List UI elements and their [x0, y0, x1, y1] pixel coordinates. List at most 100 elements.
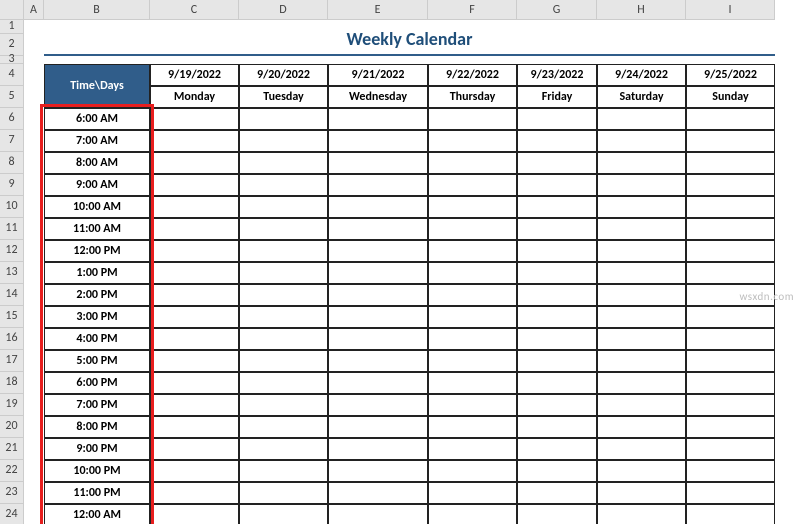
date-header-5[interactable]: 9/24/2022	[597, 64, 686, 86]
row-header-13[interactable]: 13	[0, 262, 24, 284]
calendar-cell[interactable]	[150, 262, 239, 284]
calendar-cell[interactable]	[328, 218, 428, 240]
calendar-cell[interactable]	[150, 416, 239, 438]
col-header-E[interactable]: E	[328, 0, 428, 20]
calendar-cell[interactable]	[150, 152, 239, 174]
calendar-cell[interactable]	[597, 262, 686, 284]
col-header-H[interactable]: H	[597, 0, 686, 20]
calendar-cell[interactable]	[597, 438, 686, 460]
calendar-cell[interactable]	[517, 460, 597, 482]
time-label-8[interactable]: 2:00 PM	[44, 284, 150, 306]
calendar-cell[interactable]	[428, 504, 517, 524]
calendar-cell[interactable]	[428, 130, 517, 152]
row-header-9[interactable]: 9	[0, 174, 24, 196]
row-header-16[interactable]: 16	[0, 328, 24, 350]
calendar-cell[interactable]	[597, 108, 686, 130]
calendar-cell[interactable]	[328, 284, 428, 306]
calendar-cell[interactable]	[517, 504, 597, 524]
calendar-cell[interactable]	[686, 196, 775, 218]
calendar-cell[interactable]	[686, 108, 775, 130]
calendar-cell[interactable]	[150, 460, 239, 482]
calendar-cell[interactable]	[428, 482, 517, 504]
calendar-cell[interactable]	[150, 504, 239, 524]
day-header-1[interactable]: Tuesday	[239, 86, 328, 108]
date-header-1[interactable]: 9/20/2022	[239, 64, 328, 86]
calendar-cell[interactable]	[686, 262, 775, 284]
calendar-cell[interactable]	[686, 460, 775, 482]
calendar-cell[interactable]	[517, 328, 597, 350]
calendar-cell[interactable]	[150, 482, 239, 504]
row-header-14[interactable]: 14	[0, 284, 24, 306]
time-label-14[interactable]: 8:00 PM	[44, 416, 150, 438]
calendar-cell[interactable]	[686, 350, 775, 372]
calendar-cell[interactable]	[428, 174, 517, 196]
calendar-cell[interactable]	[686, 152, 775, 174]
calendar-cell[interactable]	[597, 196, 686, 218]
calendar-cell[interactable]	[597, 306, 686, 328]
calendar-cell[interactable]	[328, 416, 428, 438]
row-header-12[interactable]: 12	[0, 240, 24, 262]
calendar-cell[interactable]	[517, 108, 597, 130]
day-header-2[interactable]: Wednesday	[328, 86, 428, 108]
col-header-D[interactable]: D	[239, 0, 328, 20]
calendar-cell[interactable]	[428, 218, 517, 240]
calendar-cell[interactable]	[517, 152, 597, 174]
calendar-cell[interactable]	[239, 394, 328, 416]
calendar-cell[interactable]	[239, 130, 328, 152]
calendar-cell[interactable]	[328, 262, 428, 284]
calendar-cell[interactable]	[517, 350, 597, 372]
time-label-4[interactable]: 10:00 AM	[44, 196, 150, 218]
calendar-cell[interactable]	[150, 174, 239, 196]
day-header-3[interactable]: Thursday	[428, 86, 517, 108]
calendar-cell[interactable]	[239, 460, 328, 482]
calendar-cell[interactable]	[517, 306, 597, 328]
col-header-A[interactable]: A	[24, 0, 44, 20]
row-header-17[interactable]: 17	[0, 350, 24, 372]
calendar-cell[interactable]	[686, 130, 775, 152]
calendar-cell[interactable]	[428, 108, 517, 130]
calendar-cell[interactable]	[328, 372, 428, 394]
calendar-cell[interactable]	[328, 350, 428, 372]
date-header-2[interactable]: 9/21/2022	[328, 64, 428, 86]
row-header-8[interactable]: 8	[0, 152, 24, 174]
calendar-cell[interactable]	[597, 416, 686, 438]
calendar-cell[interactable]	[517, 218, 597, 240]
calendar-cell[interactable]	[328, 328, 428, 350]
time-label-6[interactable]: 12:00 PM	[44, 240, 150, 262]
day-header-4[interactable]: Friday	[517, 86, 597, 108]
calendar-cell[interactable]	[686, 372, 775, 394]
calendar-cell[interactable]	[517, 482, 597, 504]
time-label-5[interactable]: 11:00 AM	[44, 218, 150, 240]
date-header-6[interactable]: 9/25/2022	[686, 64, 775, 86]
calendar-cell[interactable]	[686, 438, 775, 460]
time-label-15[interactable]: 9:00 PM	[44, 438, 150, 460]
calendar-cell[interactable]	[428, 416, 517, 438]
calendar-cell[interactable]	[517, 174, 597, 196]
calendar-cell[interactable]	[150, 328, 239, 350]
calendar-cell[interactable]	[328, 306, 428, 328]
calendar-cell[interactable]	[328, 504, 428, 524]
calendar-cell[interactable]	[597, 328, 686, 350]
calendar-cell[interactable]	[597, 130, 686, 152]
row-header-10[interactable]: 10	[0, 196, 24, 218]
calendar-cell[interactable]	[328, 240, 428, 262]
calendar-cell[interactable]	[239, 284, 328, 306]
calendar-cell[interactable]	[239, 152, 328, 174]
col-header-C[interactable]: C	[150, 0, 239, 20]
row-header-11[interactable]: 11	[0, 218, 24, 240]
calendar-cell[interactable]	[239, 482, 328, 504]
calendar-cell[interactable]	[150, 196, 239, 218]
calendar-cell[interactable]	[428, 350, 517, 372]
calendar-cell[interactable]	[597, 350, 686, 372]
row-header-22[interactable]: 22	[0, 460, 24, 482]
calendar-cell[interactable]	[597, 284, 686, 306]
calendar-cell[interactable]	[328, 130, 428, 152]
calendar-cell[interactable]	[597, 240, 686, 262]
calendar-cell[interactable]	[597, 218, 686, 240]
time-label-18[interactable]: 12:00 AM	[44, 504, 150, 524]
calendar-cell[interactable]	[517, 262, 597, 284]
calendar-cell[interactable]	[597, 460, 686, 482]
calendar-cell[interactable]	[239, 350, 328, 372]
calendar-cell[interactable]	[328, 174, 428, 196]
col-header-G[interactable]: G	[517, 0, 597, 20]
